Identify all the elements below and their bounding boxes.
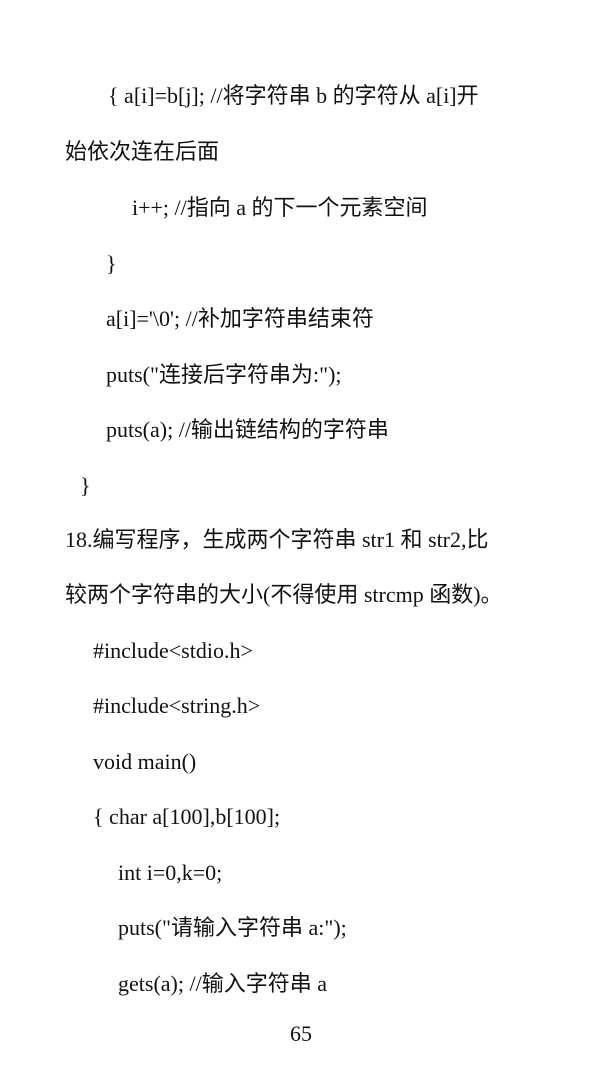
text-line: 始依次连在后面: [65, 139, 220, 164]
page-number: 65: [290, 1021, 312, 1046]
code-line: a[i]='\0'; //补加字符串结束符: [106, 306, 374, 331]
code-line: { char a[100],b[100];: [93, 804, 281, 829]
code-line: { a[i]=b[j]; //将字符串 b 的字符从 a[i]开: [108, 83, 479, 108]
code-line: #include<stdio.h>: [93, 638, 253, 663]
code-line: #include<string.h>: [93, 693, 261, 718]
code-line: puts("请输入字符串 a:");: [118, 915, 347, 940]
code-line: puts(a); //输出链结构的字符串: [106, 417, 389, 442]
question-heading: 18.编写程序，生成两个字符串 str1 和 str2,比: [65, 527, 489, 552]
code-line: }: [80, 473, 91, 498]
code-line: }: [106, 251, 117, 276]
code-line: i++; //指向 a 的下一个元素空间: [132, 195, 428, 220]
code-line: gets(a); //输入字符串 a: [118, 971, 327, 996]
code-line: void main(): [93, 749, 197, 774]
code-line: puts("连接后字符串为:");: [106, 362, 342, 387]
code-line: int i=0,k=0;: [118, 860, 223, 885]
question-heading: 较两个字符串的大小(不得使用 strcmp 函数)。: [65, 582, 503, 607]
